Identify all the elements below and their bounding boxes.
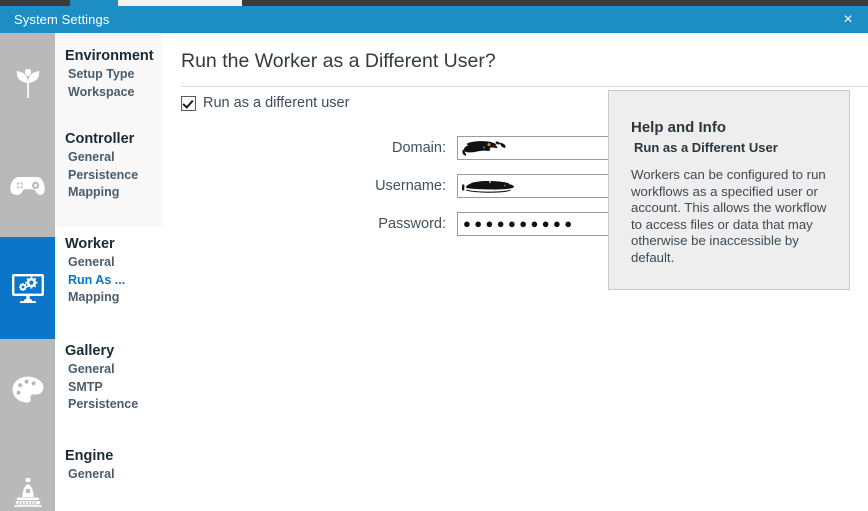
monitor-gears-icon <box>11 273 45 303</box>
rail-item-gallery[interactable] <box>0 339 55 441</box>
help-panel-body: Workers can be configured to run workflo… <box>631 167 827 265</box>
password-masked-value: ●●●●●●●●●● <box>463 216 576 231</box>
nav-group-engine: Engine General <box>55 446 162 484</box>
run-as-different-user-checkbox-row[interactable]: Run as a different user <box>181 95 349 111</box>
nav-group-worker: Worker General Run As ... Mapping <box>55 234 162 307</box>
gamepad-icon <box>9 174 46 198</box>
palette-icon <box>12 376 44 404</box>
window-title: System Settings <box>14 12 110 27</box>
nav-heading-worker: Worker <box>65 236 115 252</box>
nav-heading-gallery: Gallery <box>65 343 115 359</box>
nav-item-gallery-persistence[interactable]: Persistence <box>55 396 162 414</box>
password-label: Password: <box>378 216 446 232</box>
nav-item-gallery-general[interactable]: General <box>55 361 162 379</box>
nav-group-controller: Controller General Persistence Mapping <box>55 129 162 202</box>
help-panel-subtitle: Run as a Different User <box>634 140 778 155</box>
nav-item-setup-type[interactable]: Setup Type <box>55 66 162 84</box>
nav-group-environment: Environment Setup Type Workspace <box>55 46 162 101</box>
page-title: Run the Worker as a Different User? <box>181 50 496 72</box>
domain-label: Domain: <box>392 140 446 156</box>
plant-icon <box>11 69 45 99</box>
nav-item-gallery-smtp[interactable]: SMTP <box>55 379 162 397</box>
nav-item-controller-mapping[interactable]: Mapping <box>55 184 162 202</box>
username-label: Username: <box>375 178 446 194</box>
nav-item-worker-general[interactable]: General <box>55 254 162 272</box>
help-and-info-panel: Help and Info Run as a Different User Wo… <box>608 90 850 290</box>
domain-redaction-mark <box>460 138 530 159</box>
system-settings-window: System Settings × Environment Setup Type… <box>0 0 868 511</box>
nav-item-controller-general[interactable]: General <box>55 149 162 167</box>
nav-item-controller-persistence[interactable]: Persistence <box>55 167 162 185</box>
title-bar: System Settings × <box>0 6 868 33</box>
credentials-form: Domain: Username: Password: ●●●●●●●●●● <box>181 133 639 247</box>
close-icon[interactable]: × <box>828 6 868 33</box>
rail-item-controller[interactable] <box>0 135 55 237</box>
nav-heading-controller: Controller <box>65 131 135 147</box>
nav-item-workspace[interactable]: Workspace <box>55 84 162 102</box>
username-field-row: Username: <box>181 171 639 201</box>
nav-item-worker-mapping[interactable]: Mapping <box>55 289 162 307</box>
settings-nav: Environment Setup Type Workspace Control… <box>55 33 162 511</box>
run-as-different-user-label: Run as a different user <box>203 95 350 111</box>
nav-item-worker-run-as[interactable]: Run As ... <box>55 272 162 290</box>
nav-item-engine-general[interactable]: General <box>55 466 162 484</box>
nav-group-gallery: Gallery General SMTP Persistence <box>55 341 162 414</box>
domain-field-row: Domain: <box>181 133 639 163</box>
nav-heading-engine: Engine <box>65 448 114 464</box>
title-divider <box>181 86 868 87</box>
run-as-different-user-checkbox[interactable] <box>181 95 196 111</box>
rail-item-environment[interactable] <box>0 33 55 135</box>
rail-item-worker[interactable] <box>0 237 55 339</box>
password-field-row: Password: ●●●●●●●●●● <box>181 209 639 239</box>
main-content: Run the Worker as a Different User? Run … <box>162 33 868 511</box>
icon-rail <box>0 33 55 511</box>
train-engine-icon <box>13 477 43 507</box>
nav-heading-environment: Environment <box>65 48 154 64</box>
username-redaction-mark <box>460 176 538 197</box>
rail-item-engine[interactable] <box>0 441 55 511</box>
help-panel-title: Help and Info <box>631 119 726 136</box>
